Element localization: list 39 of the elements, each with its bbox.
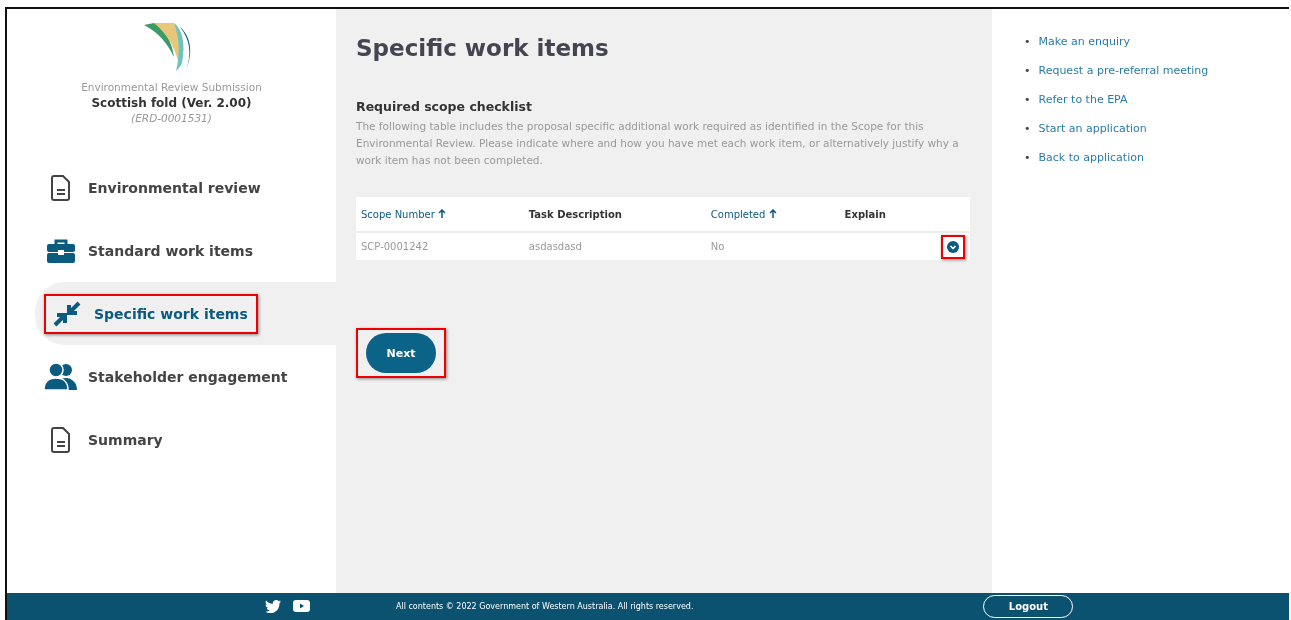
briefcase-icon bbox=[47, 237, 75, 264]
reference-number: (ERD-0001531) bbox=[131, 112, 212, 124]
nav-item[interactable]: Summary bbox=[44, 426, 163, 453]
submission-title: Scottish fold (Ver. 2.00) bbox=[91, 96, 252, 110]
table-cell: SCP-0001242 bbox=[356, 232, 524, 260]
bullet: • bbox=[1024, 122, 1031, 135]
table-cell: No bbox=[705, 232, 840, 260]
page-title: Specific work items bbox=[356, 35, 610, 61]
twitter-icon[interactable] bbox=[265, 600, 281, 613]
column-header: Explain bbox=[839, 197, 930, 232]
nav-item[interactable]: Environmental review bbox=[44, 174, 261, 201]
bullet: • bbox=[1024, 64, 1031, 77]
description: The following table includes the proposal specific additional work required as identified in the Scope for this Environmental Review. Please indicate where and how you have met each work item, or alternatively justify why a work item has not been completed. bbox=[356, 119, 960, 168]
sidebar-link[interactable]: Start an application bbox=[1038, 122, 1147, 135]
sort-arrow-icon bbox=[768, 208, 777, 218]
table-cell: asdasdasd bbox=[523, 232, 706, 260]
shrink-arrows-icon bbox=[53, 300, 81, 327]
bullet: • bbox=[1024, 93, 1031, 106]
document-icon bbox=[51, 174, 71, 201]
sidebar-link[interactable]: Make an enquiry bbox=[1038, 35, 1130, 48]
bullet: • bbox=[1024, 35, 1031, 48]
video-play-icon[interactable] bbox=[293, 600, 310, 612]
bullet: • bbox=[1024, 151, 1031, 164]
column-header: Task Description bbox=[523, 197, 706, 232]
sidebar-link[interactable]: Refer to the EPA bbox=[1038, 93, 1128, 106]
copyright-text: All contents © 2022 Government of Western Australia. All rights reserved. bbox=[396, 602, 694, 611]
sort-arrow-icon bbox=[438, 208, 446, 218]
column-header[interactable]: Completed bbox=[705, 197, 840, 232]
app-subtitle: Environmental Review Submission bbox=[81, 81, 262, 93]
document-icon bbox=[51, 426, 71, 453]
nav-item[interactable]: Stakeholder engagement bbox=[44, 362, 288, 391]
sidebar-link[interactable]: Back to application bbox=[1038, 151, 1144, 164]
section-title: Required scope checklist bbox=[356, 99, 533, 114]
sidebar-link[interactable]: Request a pre-referral meeting bbox=[1038, 64, 1209, 77]
people-icon bbox=[44, 362, 78, 391]
expand-icon[interactable] bbox=[947, 240, 959, 253]
nav-item[interactable]: Standard work items bbox=[44, 237, 253, 264]
column-header[interactable]: Scope Number bbox=[356, 197, 524, 232]
next-button[interactable]: Next bbox=[366, 333, 436, 373]
